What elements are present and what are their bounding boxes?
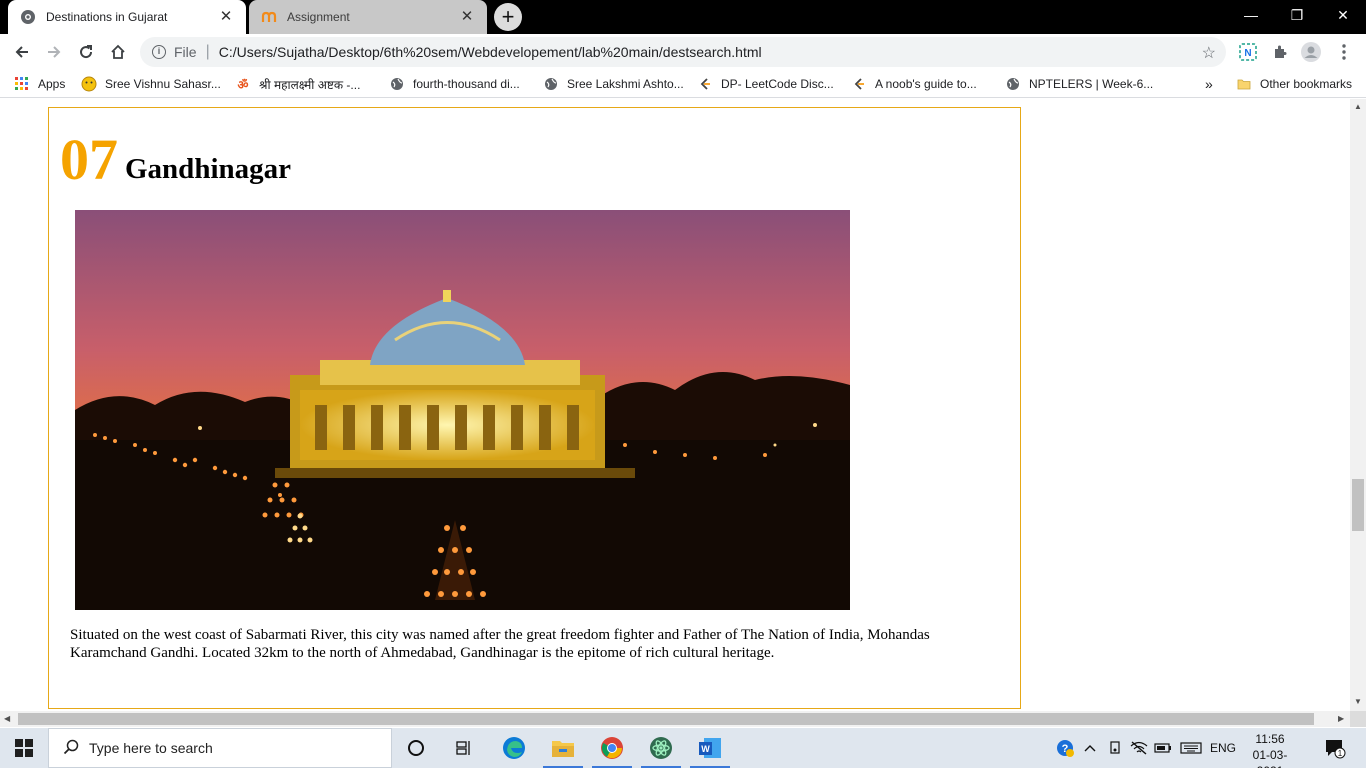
clock-date: 01-03-2021 <box>1252 748 1288 768</box>
destination-photo <box>75 210 850 610</box>
destination-description: Situated on the west coast of Sabarmati … <box>70 627 930 661</box>
timeline-icon[interactable] <box>440 728 488 768</box>
page-viewport[interactable]: 07 Gandhinagar Situated on the west coas… <box>0 99 1350 711</box>
reload-icon[interactable] <box>72 38 100 66</box>
scheme-label: File <box>174 44 197 60</box>
clock-time: 11:56 <box>1255 732 1285 746</box>
bookmark-label: Sree Lakshmi Ashto... <box>567 77 684 91</box>
new-tab-button[interactable]: + <box>494 3 522 31</box>
bookmark-mahalakshmi[interactable]: ॐ श्री महालक्ष्मी अष्टक -... <box>235 75 361 93</box>
bookmark-apps[interactable]: Apps <box>14 75 65 93</box>
system-clock[interactable]: 11:56 01-03-2021 <box>1240 731 1300 768</box>
bookmark-label: DP- LeetCode Disc... <box>721 77 834 91</box>
svg-text:W: W <box>701 744 710 754</box>
destination-name: Gandhinagar <box>125 153 291 185</box>
leetcode-icon <box>851 76 867 92</box>
bookmark-label: fourth-thousand di... <box>413 77 520 91</box>
bookmark-sree-vishnu[interactable]: Sree Vishnu Sahasr... <box>81 75 221 93</box>
windows-taskbar: Type here to search W ? ENG 11:56 01-03-… <box>0 728 1366 768</box>
extensions-puzzle-icon[interactable] <box>1269 41 1291 63</box>
om-icon: ॐ <box>237 77 249 92</box>
bookmark-noobs-guide[interactable]: A noob's guide to... <box>851 75 977 93</box>
globe-icon <box>20 9 36 25</box>
scrollbar-corner <box>1350 711 1366 727</box>
browser-titlebar: Destinations in Gujarat ✕ Assignment ✕ +… <box>0 0 1366 34</box>
tab-assignment[interactable]: Assignment ✕ <box>249 0 487 34</box>
apps-grid-icon <box>14 76 30 92</box>
site-info-icon[interactable]: i <box>152 45 166 59</box>
url-text[interactable]: C:/Users/Sujatha/Desktop/6th%20sem/Webde… <box>219 44 762 60</box>
scroll-right-icon[interactable]: ▶ <box>1338 714 1344 723</box>
tab-title: Assignment <box>287 10 350 24</box>
extension-n-icon[interactable]: N <box>1237 41 1259 63</box>
browser-menu-icon[interactable] <box>1333 41 1355 63</box>
browser-toolbar: i File | C:/Users/Sujatha/Desktop/6th%20… <box>0 34 1366 70</box>
close-tab-icon[interactable]: ✕ <box>459 9 475 25</box>
close-tab-icon[interactable]: ✕ <box>218 9 234 25</box>
word-icon[interactable]: W <box>686 728 734 768</box>
atom-icon[interactable] <box>637 728 685 768</box>
address-separator: | <box>205 43 210 60</box>
help-icon[interactable]: ? <box>1052 728 1078 768</box>
file-explorer-icon[interactable] <box>539 728 587 768</box>
keyboard-icon[interactable] <box>1178 728 1204 768</box>
bookmark-label: NPTELERS | Week-6... <box>1029 77 1154 91</box>
task-view-icon[interactable] <box>392 728 440 768</box>
scroll-up-icon[interactable]: ▲ <box>1354 102 1362 111</box>
bookmark-label: Sree Vishnu Sahasr... <box>105 77 221 91</box>
bookmark-label: Other bookmarks <box>1260 77 1353 91</box>
bookmark-fourth-thousand[interactable]: fourth-thousand di... <box>389 75 520 93</box>
akshardham-illustration <box>75 210 850 610</box>
scroll-down-icon[interactable]: ▼ <box>1354 697 1362 706</box>
smiley-icon <box>81 76 97 92</box>
scroll-left-icon[interactable]: ◀ <box>4 714 10 723</box>
language-indicator[interactable]: ENG <box>1207 728 1239 768</box>
globe-icon <box>543 76 559 92</box>
network-disconnected-icon[interactable] <box>1128 728 1150 768</box>
taskbar-search-box[interactable]: Type here to search <box>48 728 392 768</box>
bookmark-nptelers[interactable]: NPTELERS | Week-6... <box>1005 75 1153 93</box>
notification-count: 1 <box>1338 749 1343 758</box>
windows-start-icon[interactable] <box>0 728 48 768</box>
profile-avatar-icon[interactable] <box>1300 41 1322 63</box>
destination-number: 07 <box>60 127 118 192</box>
bookmark-sree-lakshmi[interactable]: Sree Lakshmi Ashto... <box>543 75 684 93</box>
back-icon[interactable] <box>8 38 36 66</box>
minimize-icon[interactable]: — <box>1228 0 1274 30</box>
search-icon <box>63 739 79 758</box>
bookmark-label: श्री महालक्ष्मी अष्टक -... <box>259 77 361 92</box>
bookmarks-bar: Apps Sree Vishnu Sahasr... ॐ श्री महालक्… <box>0 70 1366 98</box>
bookmark-label: Apps <box>38 77 66 91</box>
show-hidden-icons-icon[interactable] <box>1080 728 1100 768</box>
forward-icon[interactable] <box>40 38 68 66</box>
bookmarks-overflow-button[interactable]: » <box>1205 75 1213 93</box>
folder-icon <box>1236 76 1252 92</box>
vertical-scrollbar[interactable]: ▲ ▼ <box>1350 99 1366 711</box>
onedrive-sync-icon[interactable] <box>1104 728 1126 768</box>
bookmark-leetcode-dp[interactable]: DP- LeetCode Disc... <box>697 75 834 93</box>
chrome-icon[interactable] <box>588 728 636 768</box>
tab-title: Destinations in Gujarat <box>46 10 168 24</box>
battery-icon[interactable] <box>1152 728 1174 768</box>
search-placeholder: Type here to search <box>89 740 213 756</box>
edge-icon[interactable] <box>490 728 538 768</box>
close-window-icon[interactable]: ✕ <box>1320 0 1366 30</box>
globe-icon <box>1005 76 1021 92</box>
destination-card: 07 Gandhinagar Situated on the west coas… <box>48 107 1021 709</box>
leetcode-icon <box>697 76 713 92</box>
other-bookmarks-folder[interactable]: Other bookmarks <box>1236 75 1352 93</box>
globe-icon <box>389 76 405 92</box>
notifications-icon[interactable]: 1 <box>1318 728 1352 768</box>
vertical-scroll-thumb[interactable] <box>1352 479 1364 531</box>
horizontal-scrollbar[interactable]: ◀ ▶ <box>0 711 1350 727</box>
bookmark-label: A noob's guide to... <box>875 77 977 91</box>
home-icon[interactable] <box>104 38 132 66</box>
bookmark-star-icon[interactable]: ☆ <box>1202 43 1216 63</box>
tab-destinations-in-gujarat[interactable]: Destinations in Gujarat ✕ <box>8 0 246 34</box>
svg-text:N: N <box>1244 48 1251 59</box>
horizontal-scroll-thumb[interactable] <box>18 713 1314 725</box>
address-bar[interactable]: i File | C:/Users/Sujatha/Desktop/6th%20… <box>140 37 1226 67</box>
restore-icon[interactable]: ❐ <box>1274 0 1320 30</box>
moodle-icon <box>261 9 277 25</box>
